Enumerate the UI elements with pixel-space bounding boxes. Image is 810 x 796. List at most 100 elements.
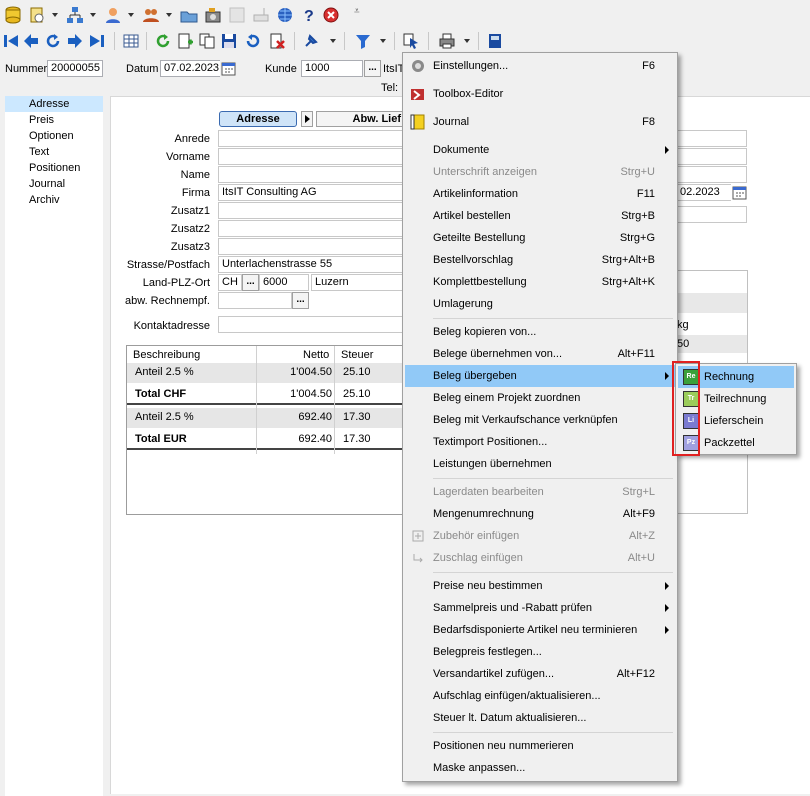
menu-item-bestellvorschlag[interactable]: Bestellvorschlag Strg+Alt+B — [405, 249, 675, 271]
land-field[interactable]: CH — [218, 274, 242, 291]
first-record-icon[interactable] — [2, 32, 20, 50]
refresh-icon[interactable] — [44, 32, 62, 50]
menu-item-sammelpreis-pruefen[interactable]: Sammelpreis und -Rabatt prüfen — [405, 597, 675, 619]
calculator-icon[interactable] — [486, 32, 504, 50]
menu-item-leistungen-uebernehmen[interactable]: Leistungen übernehmen — [405, 453, 675, 475]
menu-item-aufschlag-einfuegen[interactable]: Aufschlag einfügen/aktualisieren... — [405, 685, 675, 707]
menu-item-artikel-bestellen[interactable]: Artikel bestellen Strg+B — [405, 205, 675, 227]
kunde-field[interactable]: 1000 — [301, 60, 363, 77]
dropdown-icon[interactable] — [330, 39, 336, 43]
nummer-field[interactable]: 20000055 — [47, 60, 103, 77]
menu-item-komplettbestellung[interactable]: Komplettbestellung Strg+Alt+K — [405, 271, 675, 293]
menu-item-positionen-neu-nummerieren[interactable]: Positionen neu nummerieren — [405, 735, 675, 757]
document-config-icon[interactable] — [28, 6, 46, 24]
menu-item-mengenumrechnung[interactable]: Mengenumrechnung Alt+F9 — [405, 503, 675, 525]
kunde-lookup-button[interactable]: ... — [364, 60, 381, 77]
menu-item-umlagerung[interactable]: Umlagerung — [405, 293, 675, 315]
tab-abw-lief[interactable]: Abw. Lief — [316, 111, 406, 127]
menu-item-maske-anpassen[interactable]: Maske anpassen... — [405, 757, 675, 779]
scanner-icon[interactable] — [252, 6, 270, 24]
menu-item-beleg-projekt-zuordnen[interactable]: Beleg einem Projekt zuordnen — [405, 387, 675, 409]
calendar-icon[interactable] — [221, 61, 236, 76]
menu-item-lagerdaten-bearbeiten[interactable]: Lagerdaten bearbeiten Strg+L — [405, 481, 675, 503]
help-icon[interactable]: ? — [300, 6, 318, 24]
nav-item-text[interactable]: Text — [5, 144, 103, 160]
right-field-4[interactable] — [676, 206, 747, 223]
kontaktadresse-field[interactable] — [218, 316, 408, 333]
menu-item-belege-uebernehmen[interactable]: Belege übernehmen von... Alt+F11 — [405, 343, 675, 365]
dropdown-icon[interactable] — [128, 13, 134, 17]
nav-item-adresse[interactable]: Adresse — [5, 96, 103, 112]
dropdown-icon[interactable] — [52, 13, 58, 17]
user-icon[interactable] — [104, 6, 122, 24]
right-date-field[interactable]: 02.2023 — [676, 184, 731, 201]
menu-item-zuschlag-einfuegen[interactable]: Zuschlag einfügen Alt+U — [405, 547, 675, 569]
new-doc-icon[interactable] — [176, 32, 194, 50]
rechnempf-field[interactable] — [218, 292, 292, 309]
menu-item-beleg-kopieren[interactable]: Beleg kopieren von... — [405, 321, 675, 343]
right-field-1[interactable] — [676, 130, 747, 147]
menu-item-geteilte-bestellung[interactable]: Geteilte Bestellung Strg+G — [405, 227, 675, 249]
zusatz1-field[interactable] — [218, 202, 408, 219]
save-icon[interactable] — [220, 32, 238, 50]
menu-item-toolbox-editor[interactable]: Toolbox-Editor — [405, 83, 675, 105]
table-row[interactable]: Anteil 2.5 % 1'004.50 25.10 — [127, 363, 415, 383]
users-icon[interactable] — [142, 6, 160, 24]
nav-item-positionen[interactable]: Positionen — [5, 160, 103, 176]
undo-icon[interactable] — [244, 32, 262, 50]
menu-item-bedarfsdisponierte-artikel[interactable]: Bedarfsdisponierte Artikel neu terminier… — [405, 619, 675, 641]
menu-item-beleg-verkaufschance[interactable]: Beleg mit Verkaufschance verknüpfen — [405, 409, 675, 431]
nav-item-journal[interactable]: Journal — [5, 176, 103, 192]
zusatz3-field[interactable] — [218, 238, 408, 255]
menu-item-journal[interactable]: Journal F8 — [405, 111, 675, 133]
anrede-field[interactable] — [218, 130, 408, 147]
dropdown-icon[interactable] — [90, 13, 96, 17]
reload-icon[interactable] — [154, 32, 172, 50]
right-field-3[interactable] — [676, 166, 747, 183]
delete-icon[interactable] — [268, 32, 286, 50]
blank-icon[interactable] — [228, 6, 246, 24]
calendar-icon[interactable] — [732, 185, 747, 200]
nav-item-preis[interactable]: Preis — [5, 112, 103, 128]
folder-open-icon[interactable] — [180, 6, 198, 24]
name-field[interactable] — [218, 166, 408, 183]
nav-item-archiv[interactable]: Archiv — [5, 192, 103, 208]
database-icon[interactable] — [4, 6, 22, 24]
dropdown-icon[interactable] — [380, 39, 386, 43]
table-icon[interactable] — [122, 32, 140, 50]
nav-item-optionen[interactable]: Optionen — [5, 128, 103, 144]
zusatz2-field[interactable] — [218, 220, 408, 237]
pointer-icon[interactable] — [402, 32, 420, 50]
datum-field[interactable]: 07.02.2023 — [160, 60, 220, 77]
camera-icon[interactable] — [204, 6, 222, 24]
toolbar-overflow-icon[interactable]: ⩡ — [354, 6, 360, 17]
copy-icon[interactable] — [198, 32, 216, 50]
firma-field[interactable]: ItsIT Consulting AG — [218, 184, 408, 201]
close-circle-icon[interactable] — [322, 6, 340, 24]
menu-item-artikelinformation[interactable]: Artikelinformation F11 — [405, 183, 675, 205]
next-record-icon[interactable] — [66, 32, 84, 50]
dropdown-icon[interactable] — [166, 13, 172, 17]
menu-item-versandartikel-zufuegen[interactable]: Versandartikel zufügen... Alt+F12 — [405, 663, 675, 685]
menu-item-zubehoer-einfuegen[interactable]: Zubehör einfügen Alt+Z — [405, 525, 675, 547]
right-field-2[interactable] — [676, 148, 747, 165]
menu-item-steuer-aktualisieren[interactable]: Steuer lt. Datum aktualisieren... — [405, 707, 675, 729]
plz-field[interactable]: 6000 — [259, 274, 309, 291]
hierarchy-icon[interactable] — [66, 6, 84, 24]
menu-item-einstellungen[interactable]: Einstellungen... F6 — [405, 55, 675, 77]
menu-item-unterschrift-anzeigen[interactable]: Unterschrift anzeigen Strg+U — [405, 161, 675, 183]
table-row[interactable]: Anteil 2.5 % 692.40 17.30 — [127, 408, 415, 428]
tab-next-button[interactable] — [301, 111, 313, 127]
menu-item-dokumente[interactable]: Dokumente — [405, 139, 675, 161]
globe-icon[interactable] — [276, 6, 294, 24]
land-lookup-button[interactable]: ... — [242, 274, 259, 291]
ort-field[interactable]: Luzern — [311, 274, 408, 291]
table-row[interactable]: Total EUR 692.40 17.30 — [127, 430, 415, 450]
strasse-field[interactable]: Unterlachenstrasse 55 — [218, 256, 408, 273]
filter-icon[interactable] — [354, 32, 372, 50]
menu-item-beleg-uebergeben[interactable]: Beleg übergeben — [405, 365, 675, 387]
last-record-icon[interactable] — [88, 32, 106, 50]
table-row[interactable]: Total CHF 1'004.50 25.10 — [127, 385, 415, 405]
menu-item-preise-neu-bestimmen[interactable]: Preise neu bestimmen — [405, 575, 675, 597]
rechnempf-lookup-button[interactable]: ... — [292, 292, 309, 309]
